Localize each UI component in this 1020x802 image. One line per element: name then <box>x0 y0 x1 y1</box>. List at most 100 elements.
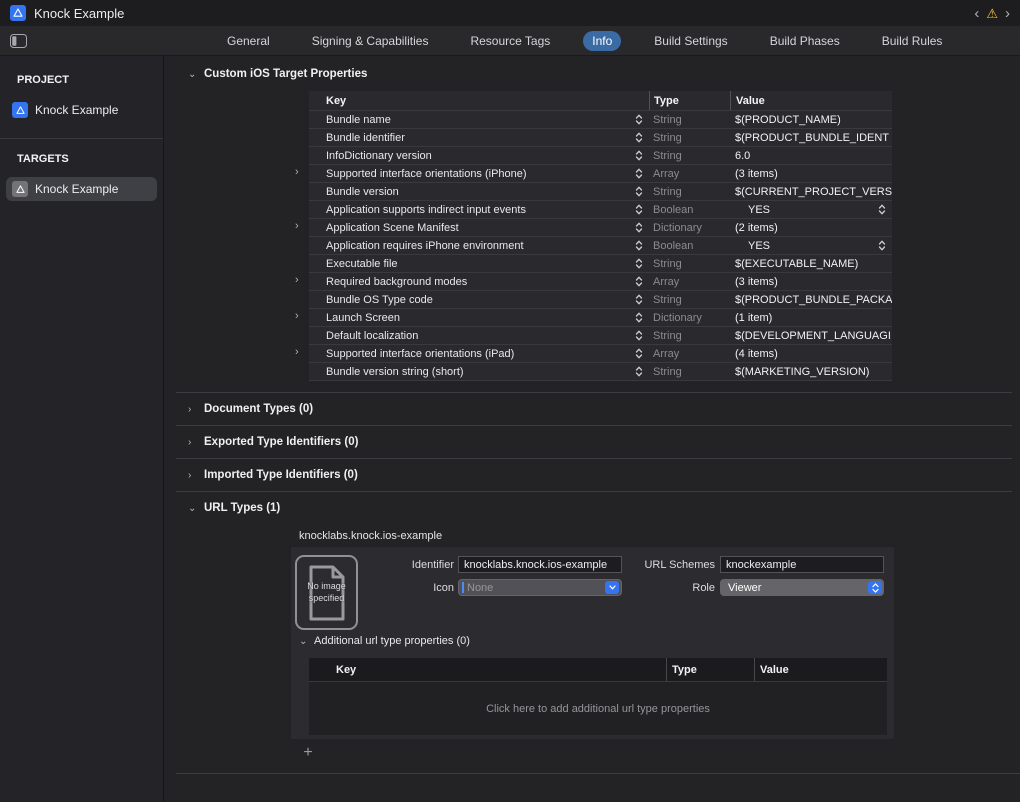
property-row[interactable]: › Bundle name String $(PRODUCT_NAME) <box>309 111 892 129</box>
property-row[interactable]: › InfoDictionary version String 6.0 <box>309 147 892 165</box>
property-row[interactable]: › Bundle OS Type code String $(PRODUCT_B… <box>309 291 892 309</box>
property-type: String <box>649 258 730 270</box>
sidebar-item-target[interactable]: Knock Example <box>6 177 157 201</box>
property-row[interactable]: › Application requires iPhone environmen… <box>309 237 892 255</box>
key-stepper-icon[interactable] <box>635 222 643 233</box>
property-value: (4 items) <box>735 348 778 360</box>
key-stepper-icon[interactable] <box>635 186 643 197</box>
warning-icon[interactable]: ⚠ <box>986 7 998 20</box>
key-stepper-icon[interactable] <box>635 312 643 323</box>
url-types-section-header[interactable]: ⌄ URL Types (1) <box>188 502 1020 514</box>
property-row[interactable]: › Executable file String $(EXECUTABLE_NA… <box>309 255 892 273</box>
row-disclosure-chevron-icon[interactable]: › <box>295 346 299 358</box>
property-row[interactable]: › Default localization String $(DEVELOPM… <box>309 327 892 345</box>
key-stepper-icon[interactable] <box>635 348 643 359</box>
chevron-right-icon: › <box>188 404 196 415</box>
key-stepper-icon[interactable] <box>635 240 643 251</box>
property-key: Supported interface orientations (iPhone… <box>326 168 635 180</box>
key-stepper-icon[interactable] <box>635 366 643 377</box>
custom-properties-section-header[interactable]: ⌄ Custom iOS Target Properties <box>188 68 1020 80</box>
role-popup[interactable]: Viewer <box>720 579 884 596</box>
tab-build-settings[interactable]: Build Settings <box>645 31 736 51</box>
sidebar-item-project[interactable]: Knock Example <box>6 98 157 122</box>
tab-resource-tags[interactable]: Resource Tags <box>461 31 559 51</box>
role-popup-value: Viewer <box>728 582 761 594</box>
property-key: Required background modes <box>326 276 635 288</box>
property-row[interactable]: › Bundle version string (short) String $… <box>309 363 892 381</box>
property-type: Dictionary <box>649 222 730 234</box>
add-properties-empty-row[interactable]: Click here to add additional url type pr… <box>309 682 887 735</box>
text-caret <box>462 582 464 593</box>
property-row[interactable]: › Required background modes Array (3 ite… <box>309 273 892 291</box>
value-stepper-icon[interactable] <box>878 204 886 215</box>
section-title: Exported Type Identifiers (0) <box>204 436 358 448</box>
row-disclosure-chevron-icon[interactable]: › <box>295 166 299 178</box>
chevron-down-icon: ⌄ <box>188 503 196 514</box>
combo-dropdown-icon[interactable] <box>605 581 619 594</box>
value-stepper-icon[interactable] <box>878 240 886 251</box>
property-value: $(DEVELOPMENT_LANGUAGI <box>735 330 891 342</box>
tab-signing-capabilities[interactable]: Signing & Capabilities <box>303 31 438 51</box>
url-schemes-field[interactable]: knockexample <box>720 556 884 573</box>
properties-table-header: Key Type Value <box>309 91 892 111</box>
property-row[interactable]: › Bundle version String $(CURRENT_PROJEC… <box>309 183 892 201</box>
row-disclosure-chevron-icon[interactable]: › <box>295 310 299 322</box>
additional-properties-header[interactable]: ⌄ Additional url type properties (0) <box>299 635 470 647</box>
properties-table: Key Type Value › Bundle name String $(PR… <box>309 91 892 381</box>
property-row[interactable]: › Application Scene Manifest Dictionary … <box>309 219 892 237</box>
property-row[interactable]: › Bundle identifier String $(PRODUCT_BUN… <box>309 129 892 147</box>
collapsed-section-header[interactable]: › Document Types (0) <box>164 393 1020 425</box>
row-disclosure-chevron-icon[interactable]: › <box>295 220 299 232</box>
tab-build-rules[interactable]: Build Rules <box>873 31 952 51</box>
key-stepper-icon[interactable] <box>635 258 643 269</box>
info-editor-pane: ⌄ Custom iOS Target Properties Key Type … <box>164 56 1020 802</box>
property-type: String <box>649 132 730 144</box>
section-title: Custom iOS Target Properties <box>204 68 367 80</box>
property-row[interactable]: › Application supports indirect input ev… <box>309 201 892 219</box>
column-header-type: Type <box>649 91 730 110</box>
add-url-type-button[interactable]: + <box>300 746 316 762</box>
key-stepper-icon[interactable] <box>635 114 643 125</box>
identifier-field[interactable]: knocklabs.knock.ios-example <box>458 556 622 573</box>
collapsed-section-header[interactable]: › Exported Type Identifiers (0) <box>164 426 1020 458</box>
property-key: Bundle identifier <box>326 132 635 144</box>
key-stepper-icon[interactable] <box>635 330 643 341</box>
property-value: $(PRODUCT_NAME) <box>735 114 841 126</box>
key-stepper-icon[interactable] <box>635 294 643 305</box>
additional-table-header: Key Type Value <box>309 658 887 682</box>
no-image-placeholder[interactable]: No image specified <box>295 555 358 630</box>
property-value: (2 items) <box>735 222 778 234</box>
property-value: 6.0 <box>735 150 750 162</box>
popup-stepper-icon <box>868 581 882 594</box>
key-stepper-icon[interactable] <box>635 204 643 215</box>
tab-build-phases[interactable]: Build Phases <box>761 31 849 51</box>
collapsed-section-header[interactable]: › Imported Type Identifiers (0) <box>164 459 1020 491</box>
key-stepper-icon[interactable] <box>635 168 643 179</box>
sidebar-toggle-icon[interactable] <box>10 34 27 53</box>
project-app-icon <box>10 5 26 21</box>
section-divider <box>176 491 1012 492</box>
tab-info[interactable]: Info <box>583 31 621 51</box>
title-bar: Knock Example ‹ ⚠ › <box>0 0 1020 26</box>
icon-combobox[interactable]: None <box>458 579 622 596</box>
property-row[interactable]: › Launch Screen Dictionary (1 item) <box>309 309 892 327</box>
back-chevron-icon[interactable]: ‹ <box>974 6 979 21</box>
sidebar-target-label: Knock Example <box>35 182 118 196</box>
property-value: $(EXECUTABLE_NAME) <box>735 258 858 270</box>
property-type: Array <box>649 348 730 360</box>
key-stepper-icon[interactable] <box>635 276 643 287</box>
key-stepper-icon[interactable] <box>635 150 643 161</box>
property-type: String <box>649 114 730 126</box>
project-section-header: PROJECT <box>0 74 163 86</box>
property-row[interactable]: › Supported interface orientations (iPho… <box>309 165 892 183</box>
forward-chevron-icon[interactable]: › <box>1005 6 1010 21</box>
property-row[interactable]: › Supported interface orientations (iPad… <box>309 345 892 363</box>
property-value: $(PRODUCT_BUNDLE_PACKA <box>735 294 892 306</box>
property-key: Bundle version <box>326 186 635 198</box>
xcode-window: Knock Example ‹ ⚠ › General Signing & Cap… <box>0 0 1020 802</box>
tab-general[interactable]: General <box>218 31 279 51</box>
additional-properties-title: Additional url type properties (0) <box>314 635 470 647</box>
row-disclosure-chevron-icon[interactable]: › <box>295 274 299 286</box>
key-stepper-icon[interactable] <box>635 132 643 143</box>
column-header-key: Key <box>309 91 649 110</box>
